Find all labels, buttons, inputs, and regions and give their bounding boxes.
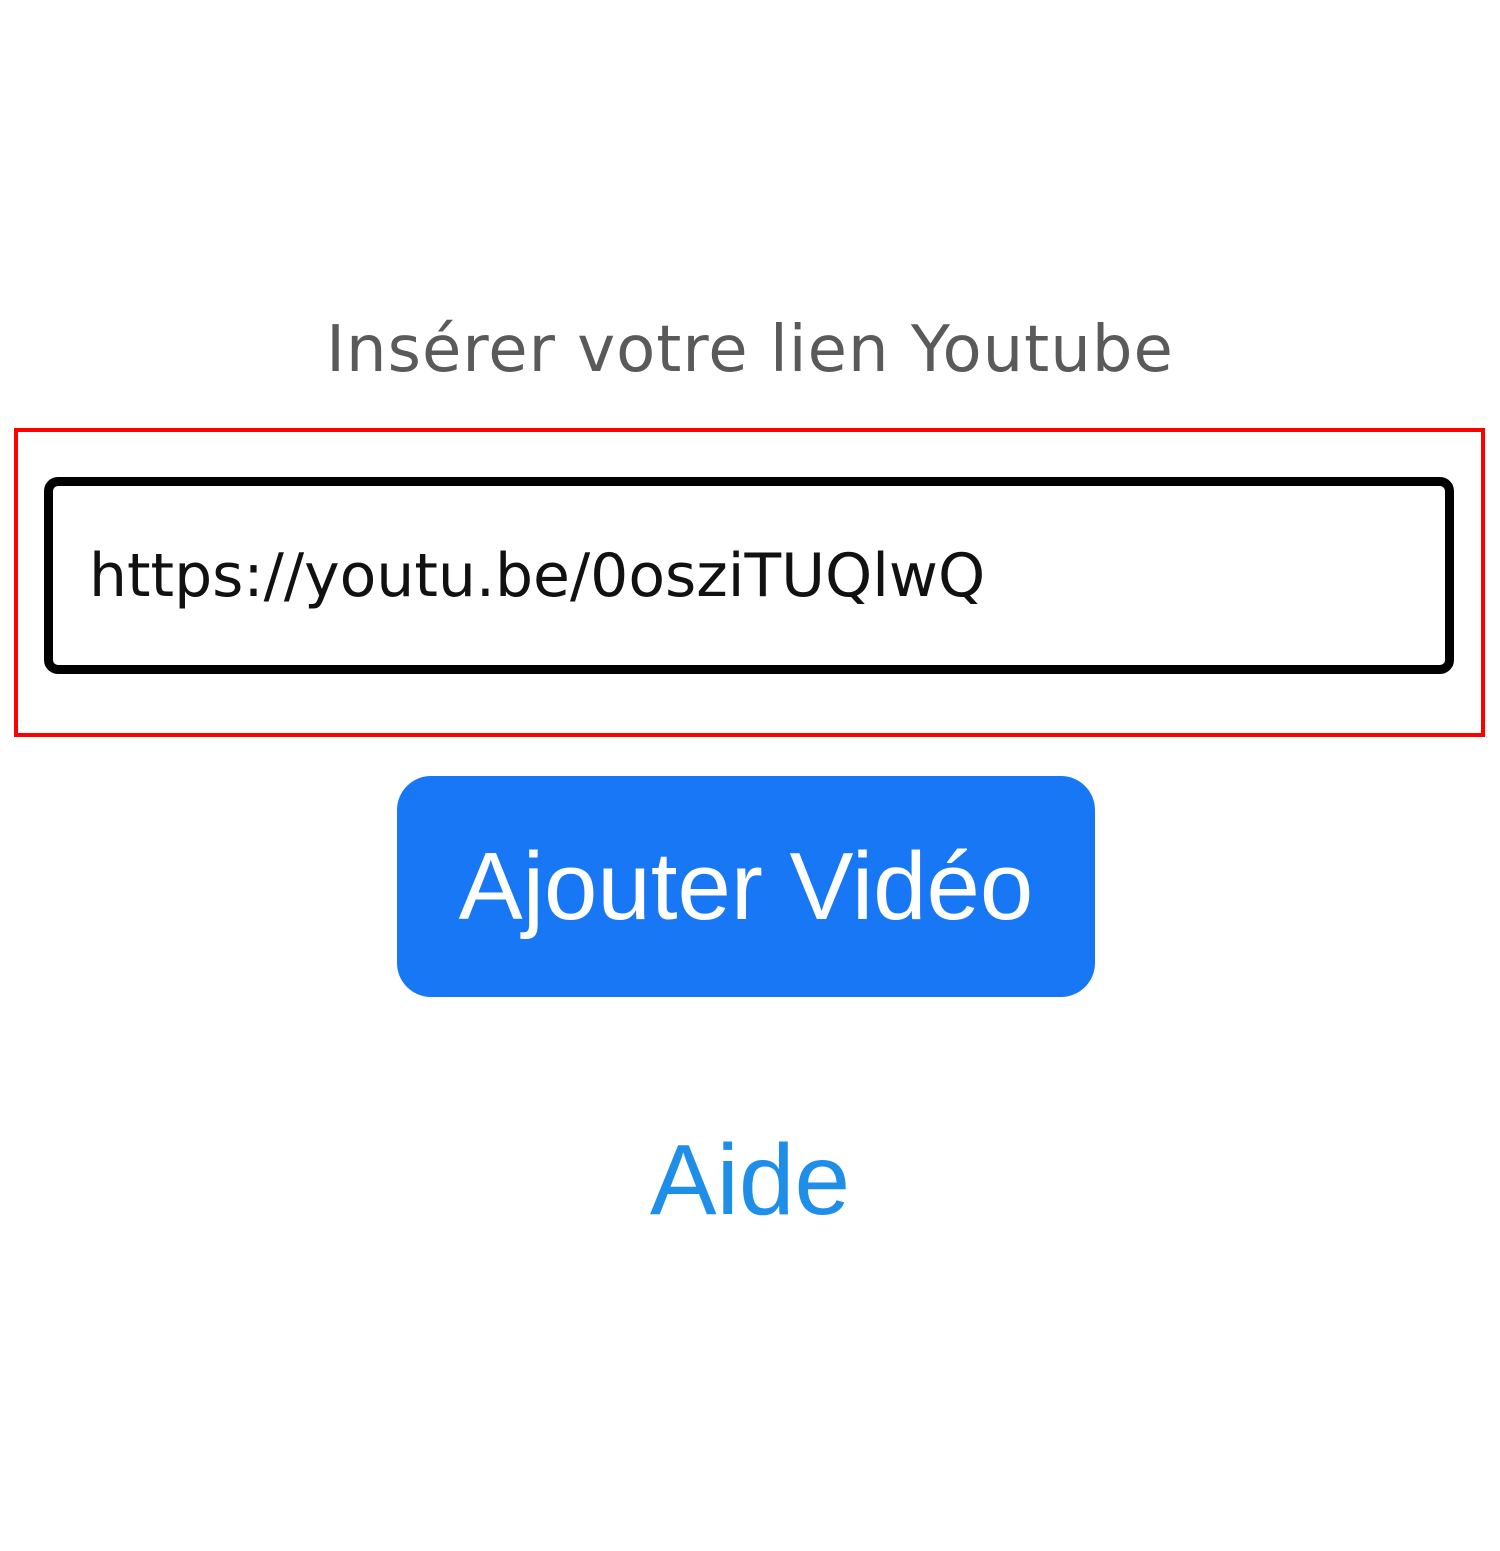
help-link-container: Aide — [0, 1125, 1500, 1235]
youtube-url-input[interactable] — [44, 477, 1454, 674]
add-video-button[interactable]: Ajouter Vidéo — [397, 776, 1095, 997]
youtube-link-label: Insérer votre lien Youtube — [326, 313, 1174, 387]
help-link[interactable]: Aide — [650, 1124, 850, 1236]
